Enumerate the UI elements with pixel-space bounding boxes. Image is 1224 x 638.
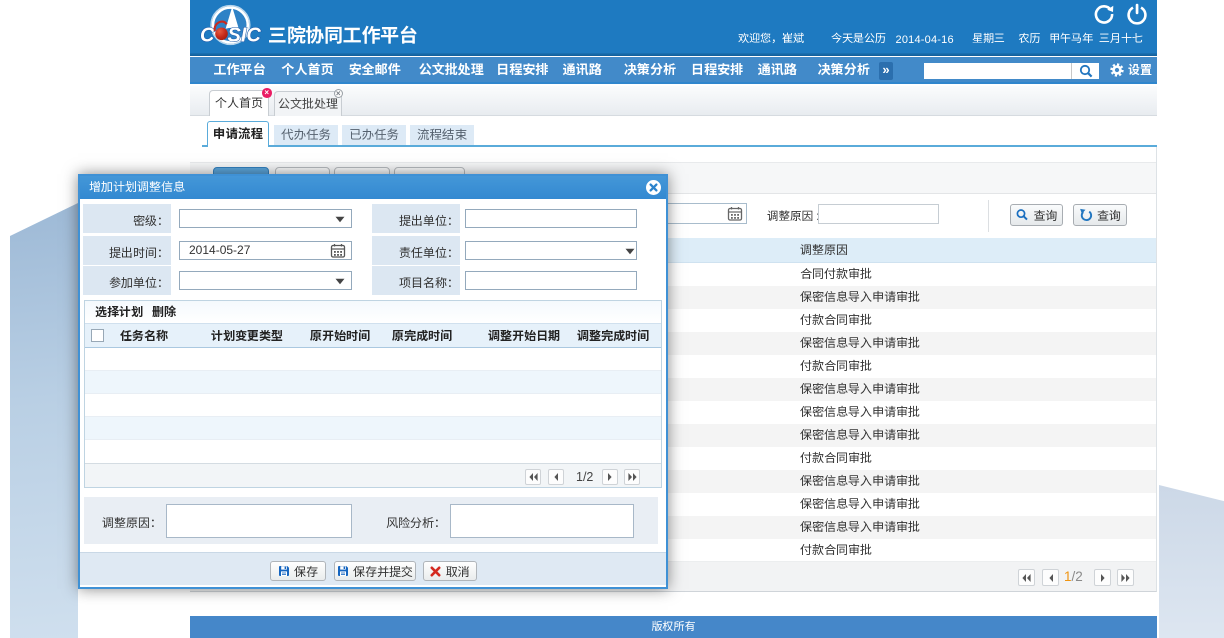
svg-text:C: C bbox=[200, 25, 215, 47]
svg-text:SIC: SIC bbox=[228, 25, 262, 47]
